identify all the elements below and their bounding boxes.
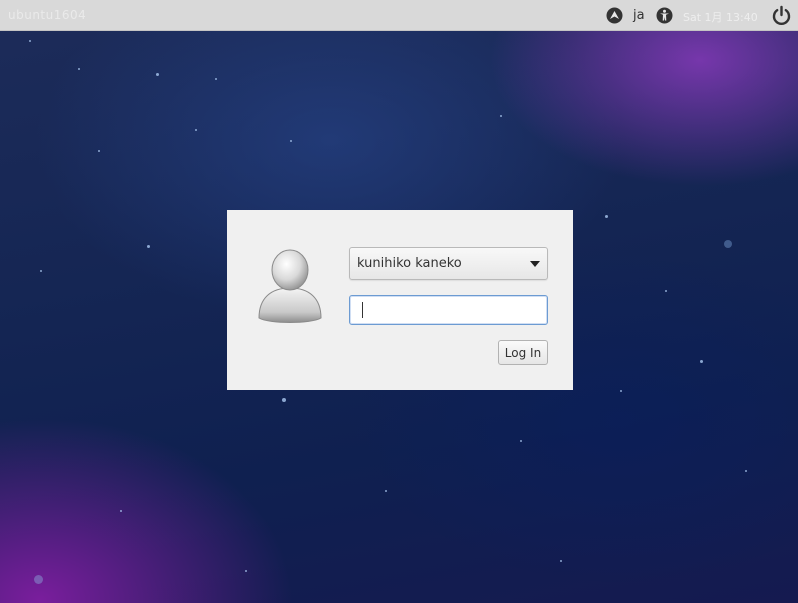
star <box>500 115 502 117</box>
chevron-down-icon <box>530 261 540 267</box>
star <box>282 398 286 402</box>
star <box>98 150 100 152</box>
selected-user-name: kunihiko kaneko <box>357 256 462 271</box>
star <box>724 240 732 248</box>
language-indicator[interactable]: ja <box>633 8 645 23</box>
accessibility-icon[interactable] <box>656 7 673 24</box>
star <box>245 570 247 572</box>
star <box>560 560 562 562</box>
desktop-background: ubuntu1604 ja Sat 1月 13:40 kunihiko kane… <box>0 0 798 603</box>
clock[interactable]: Sat 1月 13:40 <box>683 9 758 25</box>
star <box>620 390 622 392</box>
star <box>195 129 197 131</box>
star <box>78 68 80 70</box>
star <box>120 510 122 512</box>
star <box>700 360 703 363</box>
star <box>147 245 150 248</box>
star <box>29 40 31 42</box>
text-caret <box>362 302 363 318</box>
star <box>605 215 608 218</box>
star <box>215 78 217 80</box>
power-icon[interactable] <box>771 5 792 26</box>
hostname-label: ubuntu1604 <box>8 8 87 22</box>
star <box>290 140 292 142</box>
star <box>34 575 43 584</box>
star <box>385 490 387 492</box>
star <box>40 270 42 272</box>
password-field[interactable] <box>349 295 548 325</box>
top-panel: ubuntu1604 ja Sat 1月 13:40 <box>0 0 798 31</box>
star <box>520 440 522 442</box>
star <box>156 73 159 76</box>
user-select[interactable]: kunihiko kaneko <box>349 247 548 280</box>
user-avatar-icon <box>258 249 322 323</box>
network-icon[interactable] <box>606 7 623 24</box>
star <box>665 290 667 292</box>
avatar <box>255 246 325 326</box>
login-button[interactable]: Log In <box>498 340 548 365</box>
login-dialog: kunihiko kaneko Log In <box>227 210 573 390</box>
star <box>745 470 747 472</box>
